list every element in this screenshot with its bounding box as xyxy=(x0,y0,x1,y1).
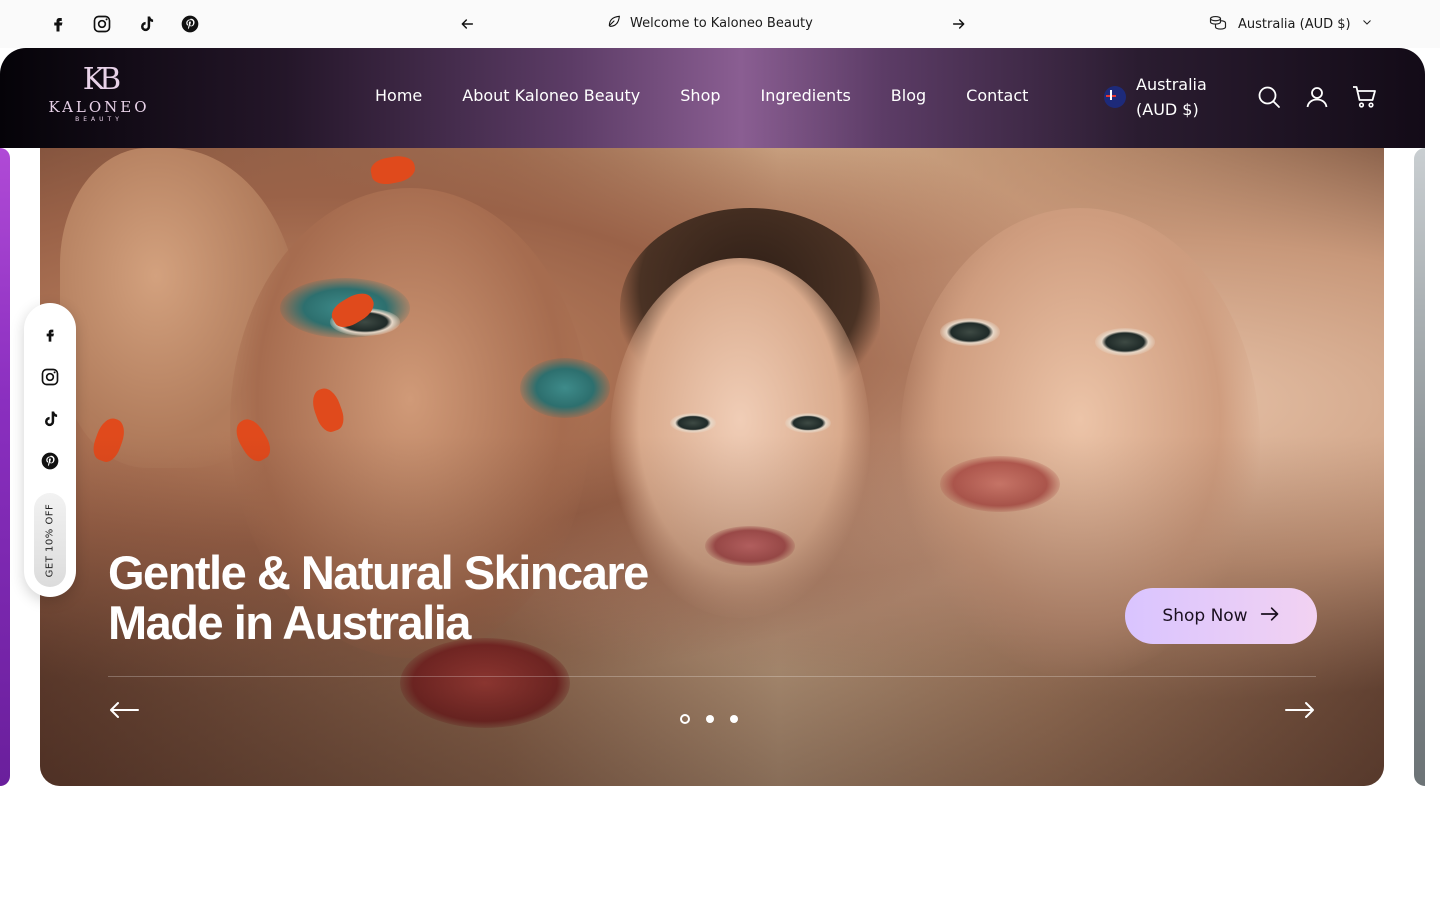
hero-headline: Gentle & Natural Skincare Made in Austra… xyxy=(108,546,649,649)
slide-dot-3[interactable] xyxy=(730,715,738,723)
hero-divider xyxy=(108,676,1316,677)
leaf-icon xyxy=(606,13,622,33)
announcement-text: Welcome to Kaloneo Beauty xyxy=(630,15,813,31)
previous-slide-peek xyxy=(0,148,10,786)
arrow-right-icon xyxy=(1285,702,1314,718)
shop-now-label: Shop Now xyxy=(1162,606,1248,626)
announcement-bar: Welcome to Kaloneo Beauty Australia (AUD… xyxy=(0,0,1440,48)
floating-social-rail: GET 10% OFF xyxy=(24,303,76,597)
pinterest-icon[interactable] xyxy=(178,12,202,36)
logo-monogram: KB xyxy=(82,62,122,97)
facebook-icon[interactable] xyxy=(46,12,70,36)
nav-shop[interactable]: Shop xyxy=(680,86,720,105)
instagram-icon[interactable] xyxy=(38,365,62,389)
next-slide-peek xyxy=(1414,148,1425,786)
slide-dot-2[interactable] xyxy=(706,715,714,723)
nav-blog[interactable]: Blog xyxy=(891,86,926,105)
hero-slideshow: Gentle & Natural Skincare Made in Austra… xyxy=(40,148,1384,786)
logo-brand: KALONEO xyxy=(48,98,150,116)
discount-promo-tab[interactable]: GET 10% OFF xyxy=(34,493,66,587)
slide-pagination xyxy=(680,714,738,724)
arrow-left-icon xyxy=(461,19,474,29)
promo-label: GET 10% OFF xyxy=(44,503,56,577)
slide-dot-1[interactable] xyxy=(680,714,690,724)
coins-icon xyxy=(1208,13,1228,35)
topbar-currency-label: Australia (AUD $) xyxy=(1238,16,1351,32)
logo-subtitle: BEAUTY xyxy=(75,116,123,123)
announcement-message: Welcome to Kaloneo Beauty xyxy=(606,13,813,33)
slide-next-button[interactable] xyxy=(1284,696,1316,724)
main-nav: Home About Kaloneo Beauty Shop Ingredien… xyxy=(375,86,1028,105)
announcement-prev-button[interactable] xyxy=(455,12,479,36)
arrow-left-icon xyxy=(110,702,139,718)
nav-about[interactable]: About Kaloneo Beauty xyxy=(462,86,640,105)
announcement-next-button[interactable] xyxy=(947,12,971,36)
kaloneo-logo[interactable]: KB KALONEO BEAUTY xyxy=(46,62,152,134)
facebook-icon[interactable] xyxy=(38,323,62,347)
pinterest-icon[interactable] xyxy=(38,449,62,473)
tiktok-icon[interactable] xyxy=(134,12,158,36)
shop-now-button[interactable]: Shop Now xyxy=(1125,588,1317,644)
tiktok-icon[interactable] xyxy=(38,407,62,431)
nav-home[interactable]: Home xyxy=(375,86,422,105)
slide-prev-button[interactable] xyxy=(108,696,140,724)
site-header: KB KALONEO BEAUTY Home About Kaloneo Bea… xyxy=(0,48,1425,148)
arrow-right-icon xyxy=(952,19,965,29)
topbar-socials xyxy=(46,12,202,36)
cart-icon[interactable] xyxy=(1352,84,1378,110)
nav-contact[interactable]: Contact xyxy=(966,86,1028,105)
header-actions xyxy=(1256,84,1378,110)
arrow-right-icon xyxy=(1260,606,1280,627)
nav-ingredients[interactable]: Ingredients xyxy=(761,86,851,105)
instagram-icon[interactable] xyxy=(90,12,114,36)
australia-flag-icon xyxy=(1104,86,1126,108)
chevron-down-icon xyxy=(1361,16,1373,32)
account-icon[interactable] xyxy=(1304,84,1330,110)
topbar-currency-selector[interactable]: Australia (AUD $) xyxy=(1208,13,1373,35)
header-currency-label: Australia (AUD $) xyxy=(1136,75,1207,119)
search-icon[interactable] xyxy=(1256,84,1282,110)
header-currency-selector[interactable]: Australia (AUD $) xyxy=(1104,72,1236,122)
